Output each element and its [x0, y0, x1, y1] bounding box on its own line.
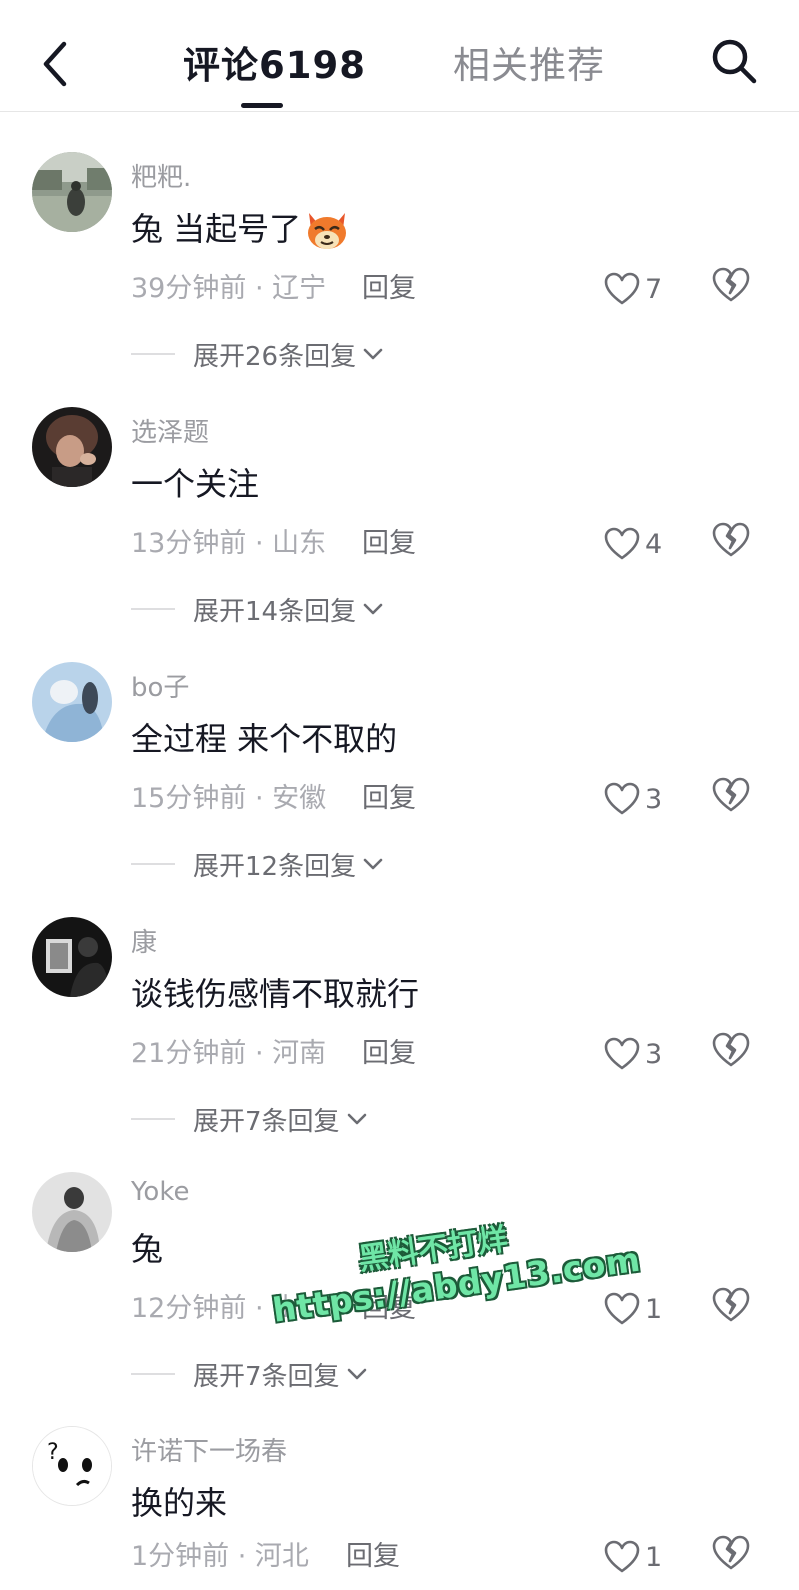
chevron-down-icon — [347, 1368, 366, 1380]
comment-item: 粑粑. 兔 当起号了 39分钟前 · 辽宁 回复 7 展开26条回复 — [0, 112, 799, 372]
like-count: 3 — [645, 1038, 663, 1070]
reply-button[interactable]: 回复 — [362, 524, 416, 564]
like-count: 3 — [645, 783, 663, 815]
tab-related[interactable]: 相关推荐 — [453, 40, 605, 92]
like-button[interactable]: 1 — [604, 1285, 684, 1333]
dislike-button[interactable] — [712, 1287, 750, 1327]
like-button[interactable]: 3 — [604, 775, 684, 823]
comment-meta: 1分钟前 · 河北 — [131, 1541, 309, 1572]
dislike-button[interactable] — [712, 1535, 750, 1575]
chevron-down-icon — [363, 603, 383, 615]
dislike-button[interactable] — [712, 267, 750, 307]
comment-meta: 21分钟前 · 河南 — [131, 1038, 327, 1069]
heart-icon — [604, 527, 640, 560]
search-icon — [712, 39, 757, 84]
reply-button[interactable]: 回复 — [362, 779, 416, 819]
divider-line — [131, 863, 175, 865]
comment-text: 兔 — [131, 1230, 164, 1268]
broken-heart-icon — [712, 522, 750, 557]
broken-heart-icon — [712, 1535, 750, 1570]
comment-meta: 15分钟前 · 安徽 — [131, 783, 327, 814]
reply-button[interactable]: 回复 — [362, 269, 416, 309]
dislike-button[interactable] — [712, 1032, 750, 1072]
broken-heart-icon — [712, 777, 750, 812]
like-button[interactable]: 4 — [604, 520, 684, 568]
chevron-left-icon — [43, 41, 67, 87]
divider-line — [131, 1118, 175, 1120]
heart-icon — [604, 1292, 640, 1325]
avatar-image — [32, 1172, 112, 1252]
divider-line — [131, 353, 175, 355]
comment-item: bo子 全过程 来个不取的 15分钟前 · 安徽 回复 3 展开12条回复 — [0, 622, 799, 882]
avatar[interactable] — [32, 1172, 112, 1252]
heart-icon — [604, 1037, 640, 1070]
heart-icon — [604, 782, 640, 815]
dislike-button[interactable] — [712, 777, 750, 817]
chevron-down-icon — [363, 858, 383, 870]
comment-meta: 12分钟前 · 山 — [131, 1293, 300, 1324]
comment-meta: 13分钟前 · 山东 — [131, 528, 327, 559]
search-button[interactable] — [709, 36, 759, 86]
reply-button[interactable]: 回复 — [346, 1537, 400, 1577]
comment-meta: 39分钟前 · 辽宁 — [131, 273, 327, 304]
avatar-image: ? — [33, 1427, 111, 1505]
comment-text: 换的来 — [131, 1484, 228, 1522]
comment-item: Yoke 兔 12分钟前 · 山 回复 1 展开7条回复 — [0, 1132, 799, 1392]
like-count: 1 — [645, 1541, 663, 1573]
reply-button[interactable]: 回复 — [362, 1289, 416, 1329]
avatar[interactable]: ? — [32, 1426, 112, 1506]
comment-item: ? 许诺下一场春 换的来 1分钟前 · 河北 回复 1 — [0, 1386, 799, 1590]
fox-emoji-icon — [308, 213, 347, 249]
comment-text-body: 兔 当起号了 — [131, 210, 302, 248]
like-button[interactable]: 7 — [604, 265, 684, 313]
chevron-down-icon — [347, 1113, 366, 1125]
top-bar: 评论6198 相关推荐 — [0, 0, 799, 112]
username[interactable]: 许诺下一场春 — [131, 1431, 287, 1468]
avatar[interactable] — [32, 662, 112, 742]
like-count: 4 — [645, 528, 663, 560]
avatar[interactable] — [32, 407, 112, 487]
like-count: 7 — [645, 273, 663, 305]
active-tab-indicator — [241, 103, 283, 108]
svg-text:?: ? — [47, 1440, 59, 1465]
username[interactable]: 康 — [131, 922, 157, 959]
divider-line — [131, 1373, 175, 1375]
comment-text: 全过程 来个不取的 — [131, 720, 398, 758]
avatar-image — [32, 407, 112, 487]
broken-heart-icon — [712, 1032, 750, 1067]
comment-text: 兔 当起号了 — [131, 207, 351, 253]
avatar[interactable] — [32, 152, 112, 232]
heart-icon — [604, 1540, 640, 1573]
dislike-button[interactable] — [712, 522, 750, 562]
avatar[interactable] — [32, 917, 112, 997]
avatar-image — [32, 917, 112, 997]
comment-text: 一个关注 — [131, 465, 260, 503]
broken-heart-icon — [712, 1287, 750, 1322]
divider-line — [131, 608, 175, 610]
broken-heart-icon — [712, 267, 750, 302]
comment-text: 谈钱伤感情不取就行 — [131, 975, 420, 1013]
username[interactable]: 选泽题 — [131, 412, 209, 449]
username[interactable]: Yoke — [131, 1177, 189, 1207]
avatar-image — [32, 152, 112, 232]
reply-button[interactable]: 回复 — [362, 1034, 416, 1074]
heart-icon — [604, 272, 640, 305]
comment-item: 康 谈钱伤感情不取就行 21分钟前 · 河南 回复 3 展开7条回复 — [0, 877, 799, 1137]
like-count: 1 — [645, 1293, 663, 1325]
username[interactable]: 粑粑. — [131, 157, 191, 194]
tab-comments[interactable]: 评论6198 — [183, 40, 366, 92]
avatar-image — [32, 662, 112, 742]
like-button[interactable]: 1 — [604, 1533, 684, 1581]
chevron-down-icon — [363, 348, 383, 360]
username[interactable]: bo子 — [131, 667, 189, 704]
back-button[interactable] — [36, 38, 76, 90]
comment-item: 选泽题 一个关注 13分钟前 · 山东 回复 4 展开14条回复 — [0, 367, 799, 627]
like-button[interactable]: 3 — [604, 1030, 684, 1078]
